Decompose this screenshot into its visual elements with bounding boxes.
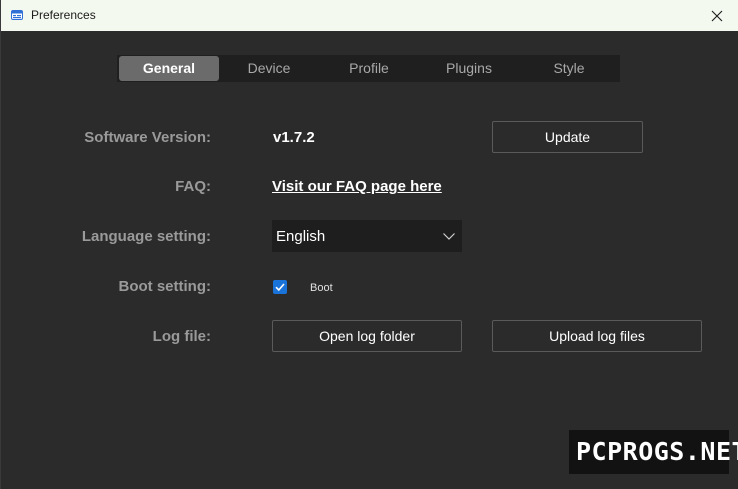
language-select[interactable]: English <box>272 220 462 252</box>
boot-checkbox-label: Boot <box>310 282 333 294</box>
language-label: Language setting: <box>81 228 211 245</box>
close-button[interactable] <box>695 0 738 31</box>
watermark-text: PCPROGS.NET <box>576 437 738 466</box>
software-version-value: v1.7.2 <box>273 129 315 146</box>
checkmark-icon <box>275 283 285 292</box>
window-title: Preferences <box>31 8 96 22</box>
preferences-content: General Device Profile Plugins Style Sof… <box>1 31 738 489</box>
tab-profile[interactable]: Profile <box>319 56 419 81</box>
chevron-down-icon <box>443 233 455 240</box>
tab-general[interactable]: General <box>119 56 219 81</box>
watermark: PCPROGS.NET <box>569 430 738 474</box>
tab-device[interactable]: Device <box>219 56 319 81</box>
faq-label: FAQ: <box>175 178 211 195</box>
open-log-folder-button[interactable]: Open log folder <box>272 320 462 352</box>
boot-label: Boot setting: <box>118 278 211 295</box>
close-icon <box>711 10 723 21</box>
preferences-window: Preferences General Device Profile Plugi… <box>0 0 738 489</box>
log-file-label: Log file: <box>152 328 211 345</box>
software-version-label: Software Version: <box>84 129 211 146</box>
tab-style[interactable]: Style <box>519 56 619 81</box>
app-window-icon <box>11 10 23 20</box>
tab-bar: General Device Profile Plugins Style <box>117 55 620 82</box>
title-bar: Preferences <box>1 0 738 31</box>
upload-log-files-button[interactable]: Upload log files <box>492 320 702 352</box>
tab-plugins[interactable]: Plugins <box>419 56 519 81</box>
boot-checkbox[interactable] <box>273 280 287 294</box>
faq-link[interactable]: Visit our FAQ page here <box>272 178 442 195</box>
update-button[interactable]: Update <box>492 121 643 153</box>
language-selected-value: English <box>276 228 326 245</box>
